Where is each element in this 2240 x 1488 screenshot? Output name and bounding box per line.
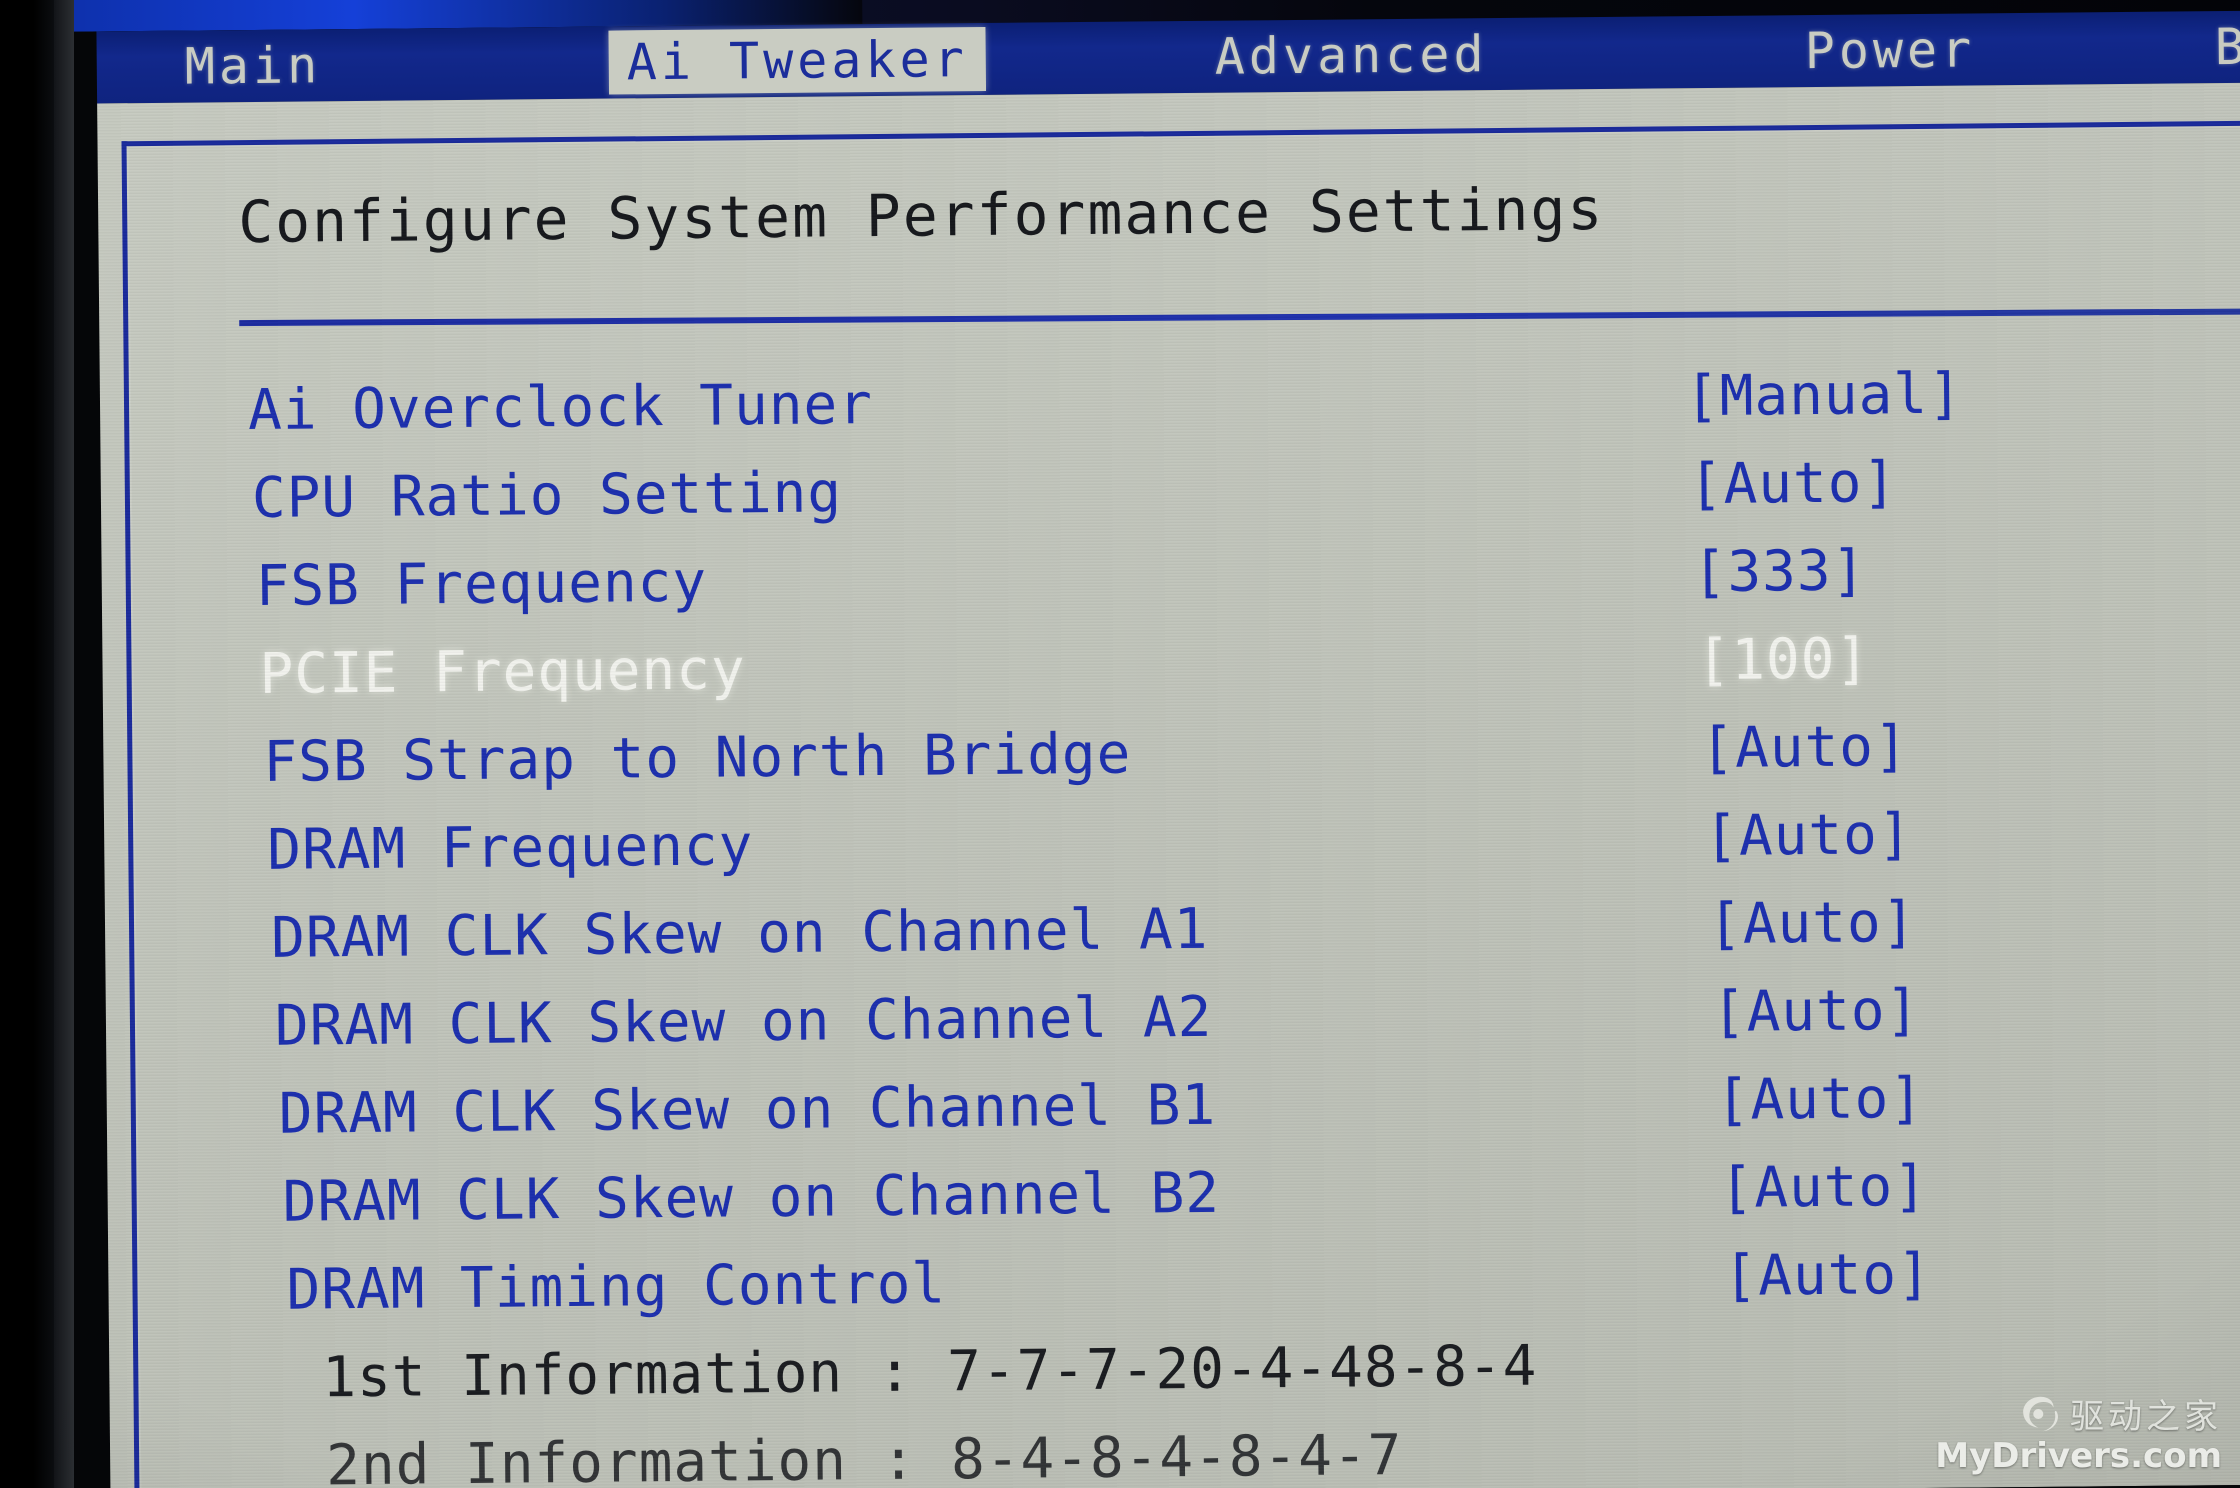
setting-value[interactable]: [Auto]: [1689, 450, 1898, 517]
tab-power[interactable]: Power: [1804, 17, 1975, 83]
setting-value[interactable]: [333]: [1692, 539, 1866, 606]
setting-value[interactable]: [Auto]: [1712, 978, 1921, 1045]
setting-label: DRAM CLK Skew on Channel A2: [274, 984, 1213, 1059]
timing-info-line: 2nd Information : 8-4-8-4-8-4-7: [325, 1423, 1403, 1488]
setting-value[interactable]: [100]: [1696, 626, 1870, 693]
settings-list: Ai Overclock Tuner [Manual] CPU Ratio Se…: [100, 359, 2240, 1488]
setting-label: DRAM CLK Skew on Channel B1: [278, 1072, 1217, 1147]
crt-screen: BIOS SETUP UTILITY Main Ai Tweaker Advan…: [42, 0, 2240, 1488]
setting-label: CPU Ratio Setting: [251, 460, 843, 532]
setting-label: DRAM Frequency: [266, 813, 754, 883]
setting-value[interactable]: [Auto]: [1704, 802, 1913, 869]
tab-boot[interactable]: B: [2214, 15, 2240, 79]
setting-label: DRAM Timing Control: [286, 1251, 947, 1323]
bios-photo-frame: BIOS SETUP UTILITY Main Ai Tweaker Advan…: [0, 0, 2240, 1488]
setting-label: DRAM CLK Skew on Channel B2: [282, 1160, 1221, 1235]
setting-label: FSB Strap to North Bridge: [263, 721, 1132, 795]
timing-info-line: 1st Information : 7-7-7-20-4-48-8-4: [322, 1333, 1538, 1411]
setting-value[interactable]: [Auto]: [1715, 1066, 1924, 1133]
setting-value[interactable]: [Auto]: [1708, 890, 1917, 957]
bios-title: BIOS SETUP UTILITY: [1552, 0, 2240, 6]
setting-label: Ai Overclock Tuner: [247, 372, 874, 444]
setting-label: DRAM CLK Skew on Channel A1: [270, 896, 1209, 971]
setting-label: FSB Frequency: [255, 549, 708, 619]
tab-main[interactable]: Main: [184, 33, 322, 98]
setting-value[interactable]: [Auto]: [1719, 1154, 1928, 1221]
page-title: Configure System Performance Settings: [237, 175, 1605, 257]
setting-value[interactable]: [Auto]: [1700, 714, 1909, 781]
setting-value[interactable]: [Auto]: [1723, 1242, 1932, 1309]
tab-advanced[interactable]: Advanced: [1214, 22, 1487, 89]
tab-ai-tweaker[interactable]: Ai Tweaker: [608, 26, 987, 95]
setting-value[interactable]: [Manual]: [1685, 362, 1963, 430]
setting-label: PCIE Frequency: [259, 637, 746, 707]
settings-panel: Configure System Performance Settings Ai…: [97, 82, 2240, 1488]
